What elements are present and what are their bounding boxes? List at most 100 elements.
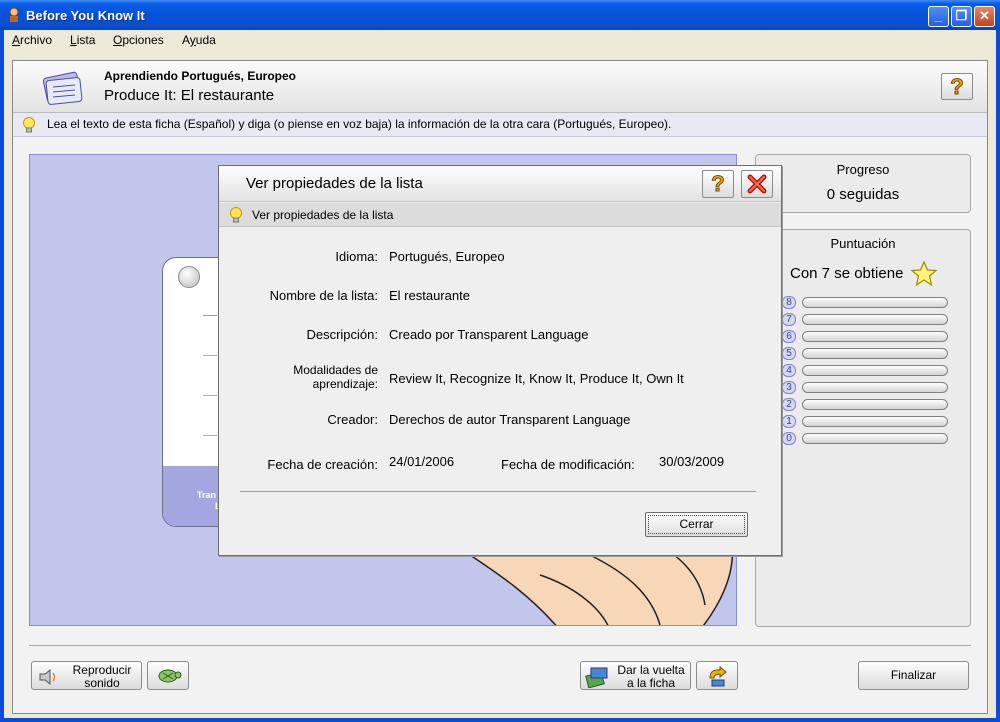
window-title: Before You Know It xyxy=(26,8,145,23)
menu-opciones-accel: O xyxy=(113,33,123,47)
score-level-row: 2 xyxy=(782,398,952,412)
progress-panel: Progreso 0 seguidas xyxy=(755,154,971,213)
lightbulb-icon xyxy=(230,207,242,223)
card-line xyxy=(203,435,217,436)
list-name-value: El restaurante xyxy=(389,288,470,303)
score-panel: Puntuación Con 7 se obtiene 8 7 6 5 4 3 2 1 0 xyxy=(755,229,971,627)
created-date-label: Fecha de creación: xyxy=(267,457,378,472)
flashcard-brand-text: Tran xyxy=(197,490,217,500)
progress-value: 0 seguidas xyxy=(826,186,900,203)
creator-label: Creador: xyxy=(327,412,378,427)
score-level-row: 6 xyxy=(782,330,952,344)
score-level-number: 8 xyxy=(782,296,796,309)
question-icon: ? xyxy=(711,171,725,197)
score-level-number: 2 xyxy=(782,398,796,411)
score-level-bar xyxy=(802,365,948,376)
score-goal-text: Con 7 se obtiene xyxy=(790,265,904,282)
pin-icon xyxy=(178,266,200,288)
flip-card-button[interactable]: Dar la vuelta a la ficha xyxy=(580,661,691,690)
dialog-title: Ver propiedades de la lista xyxy=(246,175,423,192)
flip-arrow-icon xyxy=(709,666,727,687)
dialog-title-bar[interactable]: Ver propiedades de la lista ? xyxy=(219,166,781,202)
turtle-icon xyxy=(158,669,182,683)
menu-ayuda[interactable]: Ayuda xyxy=(182,33,216,47)
close-icon: ✕ xyxy=(979,8,990,23)
lightbulb-icon xyxy=(23,117,35,133)
score-level-row: 8 xyxy=(782,296,952,310)
modified-date-label: Fecha de modificación: xyxy=(501,457,635,472)
play-sound-button[interactable]: Reproducir sonido xyxy=(31,661,142,690)
menu-lista-label: ista xyxy=(76,33,96,47)
score-level-number: 1 xyxy=(782,415,796,428)
score-level-row: 4 xyxy=(782,364,952,378)
speaker-icon xyxy=(39,668,56,686)
score-level-row: 5 xyxy=(782,347,952,361)
menu-opciones-label: pciones xyxy=(122,33,164,47)
score-level-number: 0 xyxy=(782,432,796,445)
svg-text:?: ? xyxy=(711,171,724,195)
score-level-number: 7 xyxy=(782,313,796,326)
dialog-close-button[interactable] xyxy=(741,170,773,198)
finish-button[interactable]: Finalizar xyxy=(858,661,969,690)
help-button[interactable]: ? xyxy=(941,73,973,100)
created-date-value: 24/01/2006 xyxy=(389,454,455,469)
flip-hint-button[interactable] xyxy=(696,661,738,690)
app-icon xyxy=(9,7,19,22)
menu-ayuda-label: uda xyxy=(195,33,216,47)
title-bar[interactable]: Before You Know It _ ❐ ✕ xyxy=(0,0,1000,30)
score-level-bar xyxy=(802,331,948,342)
creator-value: Derechos de autor Transparent Language xyxy=(389,412,631,427)
flip-card-icon xyxy=(585,667,608,688)
star-icon xyxy=(910,260,938,287)
close-icon xyxy=(747,174,767,194)
svg-text:?: ? xyxy=(950,74,963,98)
menu-archivo-label: rchivo xyxy=(20,33,53,47)
score-title: Puntuación xyxy=(830,236,896,251)
menu-lista[interactable]: Lista xyxy=(70,33,95,47)
dialog-separator xyxy=(240,491,756,492)
score-level-bar xyxy=(802,314,948,325)
minimize-button[interactable]: _ xyxy=(928,6,949,27)
score-level-row: 0 xyxy=(782,432,952,446)
minimize-icon: _ xyxy=(934,8,943,23)
divider xyxy=(29,645,971,646)
card-line xyxy=(203,355,217,356)
score-level-row: 3 xyxy=(782,381,952,395)
modes-label-2: aprendizaje: xyxy=(312,377,378,391)
score-level-bar xyxy=(802,382,948,393)
activity-header: Aprendiendo Portugués, Europeo Produce I… xyxy=(13,61,987,113)
menu-archivo[interactable]: Archivo xyxy=(12,33,52,47)
close-dialog-button[interactable]: Cerrar xyxy=(645,512,748,537)
instruction-bar: Lea el texto de esta ficha (Español) y d… xyxy=(13,113,987,137)
slow-sound-button[interactable] xyxy=(147,661,189,690)
flashcards-icon xyxy=(42,71,83,105)
dialog-help-button[interactable]: ? xyxy=(702,170,734,198)
play-sound-label-2: sonido xyxy=(84,676,120,690)
modes-label-1: Modalidades de xyxy=(293,363,378,377)
card-line xyxy=(203,315,217,316)
menu-archivo-accel: A xyxy=(12,33,21,47)
score-level-number: 4 xyxy=(782,364,796,377)
progress-title: Progreso xyxy=(836,162,890,177)
menu-ayuda-pre: A xyxy=(182,33,190,47)
dialog-hint-bar: Ver propiedades de la lista xyxy=(219,203,781,227)
score-level-row: 7 xyxy=(782,313,952,327)
score-level-bar xyxy=(802,416,948,427)
question-icon: ? xyxy=(950,74,964,100)
score-level-bar xyxy=(802,399,948,410)
maximize-button[interactable]: ❐ xyxy=(951,6,972,27)
score-level-number: 3 xyxy=(782,381,796,394)
modes-value: Review It, Recognize It, Know It, Produc… xyxy=(389,371,684,386)
score-level-bar xyxy=(802,433,948,444)
menu-opciones[interactable]: Opciones xyxy=(113,33,164,47)
description-value: Creado por Transparent Language xyxy=(389,327,589,342)
score-level-number: 6 xyxy=(782,330,796,343)
list-name-label: Nombre de la lista: xyxy=(269,288,378,303)
close-dialog-label: Cerrar xyxy=(679,517,714,531)
close-window-button[interactable]: ✕ xyxy=(974,6,995,27)
course-title: Aprendiendo Portugués, Europeo xyxy=(104,69,297,83)
flip-card-label-2: a la ficha xyxy=(626,676,676,690)
finish-label: Finalizar xyxy=(890,668,937,682)
score-level-row: 1 xyxy=(782,415,952,429)
instruction-text: Lea el texto de esta ficha (Español) y d… xyxy=(47,117,672,131)
